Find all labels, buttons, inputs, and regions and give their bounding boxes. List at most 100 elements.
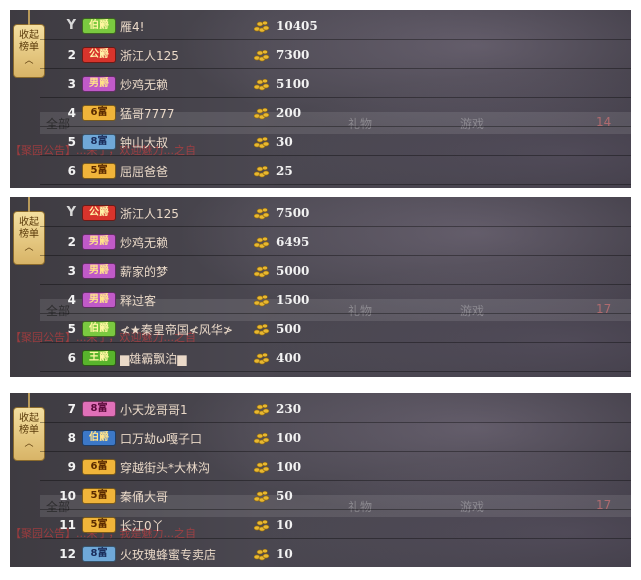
contribution-value: 100: [276, 460, 302, 474]
rank-number: 5: [67, 135, 76, 149]
user-name[interactable]: 火玫瑰蜂蜜专卖店: [120, 546, 254, 563]
ranking-row[interactable]: 5 8富 钟山大叔 30: [38, 128, 631, 156]
contribution-value: 5000: [276, 264, 310, 278]
ranking-row[interactable]: 3 男爵 薪家的梦 5000: [38, 257, 631, 285]
contribution-value: 10: [276, 547, 293, 561]
user-name[interactable]: 猛哥7777: [120, 105, 254, 122]
ranking-row[interactable]: 6 王爵 ▆雄霸飘泊▆ 400: [38, 344, 631, 372]
noble-rank-badge: 王爵: [82, 350, 116, 366]
rank-number: 8: [67, 431, 76, 445]
contribution-value: 1500: [276, 293, 310, 307]
noble-rank-badge: 6富: [82, 459, 116, 475]
coin-stack-icon: [254, 547, 270, 561]
ranking-row[interactable]: Y 公爵 浙江人125 7500: [38, 199, 631, 227]
contribution-value: 10405: [276, 19, 318, 33]
trophy-icon: Y: [66, 205, 76, 220]
trophy-icon: Y: [66, 18, 76, 33]
user-name[interactable]: ≮★秦皇帝国≮风华≯: [120, 321, 254, 338]
user-name[interactable]: 浙江人125: [120, 205, 254, 222]
rank-number: 3: [67, 77, 76, 91]
hanging-string: [28, 10, 30, 25]
user-name[interactable]: 释过客: [120, 292, 254, 309]
ranking-row[interactable]: 5 伯爵 ≮★秦皇帝国≮风华≯ 500: [38, 315, 631, 343]
hanging-string: [28, 197, 30, 212]
ranking-row[interactable]: 2 公爵 浙江人125 7300: [38, 41, 631, 69]
user-name[interactable]: 雁4!: [120, 18, 254, 35]
noble-rank-badge: 6富: [82, 105, 116, 121]
contribution-value: 50: [276, 489, 293, 503]
rank-number: 3: [67, 264, 76, 278]
coin-stack-icon: [254, 518, 270, 532]
coin-stack-icon: [254, 135, 270, 149]
collapse-label-line1: 收起: [19, 30, 39, 41]
coin-stack-icon: [254, 106, 270, 120]
rank-number: 9: [67, 460, 76, 474]
ranking-row[interactable]: 7 8富 小天龙哥哥1 230: [38, 395, 631, 423]
coin-stack-icon: [254, 489, 270, 503]
collapse-label-line2: 榜单: [19, 425, 39, 436]
rank-number: 4: [67, 106, 76, 120]
user-name[interactable]: ▆雄霸飘泊▆: [120, 350, 254, 367]
ranking-row[interactable]: 9 6富 穿越街头*大林沟 100: [38, 453, 631, 481]
noble-rank-badge: 5富: [82, 517, 116, 533]
hanging-string: [28, 393, 30, 408]
ranking-row[interactable]: 12 8富 火玫瑰蜂蜜专卖店 10: [38, 540, 631, 567]
user-name[interactable]: 小天龙哥哥1: [120, 401, 254, 418]
rank-number: Y: [38, 205, 82, 221]
user-name[interactable]: 口万劫ω嘎子口: [120, 430, 254, 447]
rank-number: 6: [67, 164, 76, 178]
rank-number: 11: [59, 518, 76, 532]
noble-rank-badge: 男爵: [82, 292, 116, 308]
user-name[interactable]: 钟山大叔: [120, 134, 254, 151]
contribution-value: 6495: [276, 235, 310, 249]
ranking-row[interactable]: 4 6富 猛哥7777 200: [38, 99, 631, 127]
ranking-row[interactable]: 8 伯爵 口万劫ω嘎子口 100: [38, 424, 631, 452]
rank-panel-3: 全部 礼物 游戏 17 【聚园公告】...来了，我是魅力...之自 收起 榜单 ︿ 7 8富 小天龙…: [10, 393, 631, 567]
rank-number: 6: [67, 351, 76, 365]
coin-stack-icon: [254, 19, 270, 33]
noble-rank-badge: 5富: [82, 488, 116, 504]
coin-stack-icon: [254, 322, 270, 336]
contribution-value: 230: [276, 402, 302, 416]
coin-stack-icon: [254, 460, 270, 474]
noble-rank-badge: 伯爵: [82, 430, 116, 446]
ranking-row[interactable]: 11 5富 长江0丫 10: [38, 511, 631, 539]
noble-rank-badge: 8富: [82, 401, 116, 417]
ranking-row[interactable]: 6 5富 屈屈爸爸 25: [38, 157, 631, 185]
contribution-value: 100: [276, 431, 302, 445]
ranking-row[interactable]: 3 男爵 炒鸡无赖 5100: [38, 70, 631, 98]
user-name[interactable]: 炒鸡无赖: [120, 76, 254, 93]
collapse-label-line2: 榜单: [19, 42, 39, 53]
user-name[interactable]: 薪家的梦: [120, 263, 254, 280]
noble-rank-badge: 8富: [82, 134, 116, 150]
user-name[interactable]: 穿越街头*大林沟: [120, 459, 254, 476]
collapse-label-line2: 榜单: [19, 229, 39, 240]
coin-stack-icon: [254, 164, 270, 178]
coin-stack-icon: [254, 77, 270, 91]
contribution-value: 7500: [276, 206, 310, 220]
contribution-value: 30: [276, 135, 293, 149]
user-name[interactable]: 浙江人125: [120, 47, 254, 64]
user-name[interactable]: 炒鸡无赖: [120, 234, 254, 251]
collapse-label-line1: 收起: [19, 217, 39, 228]
contribution-value: 500: [276, 322, 302, 336]
user-name[interactable]: 屈屈爸爸: [120, 163, 254, 180]
user-name[interactable]: 秦俑大哥: [120, 488, 254, 505]
coin-stack-icon: [254, 431, 270, 445]
ranking-row[interactable]: 10 5富 秦俑大哥 50: [38, 482, 631, 510]
contribution-value: 200: [276, 106, 302, 120]
rank-number: 10: [59, 489, 76, 503]
user-name[interactable]: 长江0丫: [120, 517, 254, 534]
ranking-row[interactable]: 4 男爵 释过客 1500: [38, 286, 631, 314]
noble-rank-badge: 5富: [82, 163, 116, 179]
coin-stack-icon: [254, 264, 270, 278]
rank-number: 4: [67, 293, 76, 307]
coin-stack-icon: [254, 293, 270, 307]
coin-stack-icon: [254, 402, 270, 416]
ranking-row[interactable]: 2 男爵 炒鸡无赖 6495: [38, 228, 631, 256]
noble-rank-badge: 伯爵: [82, 18, 116, 34]
rank-number: Y: [38, 18, 82, 34]
ranking-row[interactable]: Y 伯爵 雁4! 10405: [38, 12, 631, 40]
rank-panel-1: 全部 礼物 游戏 14 【聚园公告】...来了，欢迎魅力...之自 收起 榜单 ︿ Y 伯爵 雁4!…: [10, 10, 631, 188]
rank-number: 2: [67, 48, 76, 62]
